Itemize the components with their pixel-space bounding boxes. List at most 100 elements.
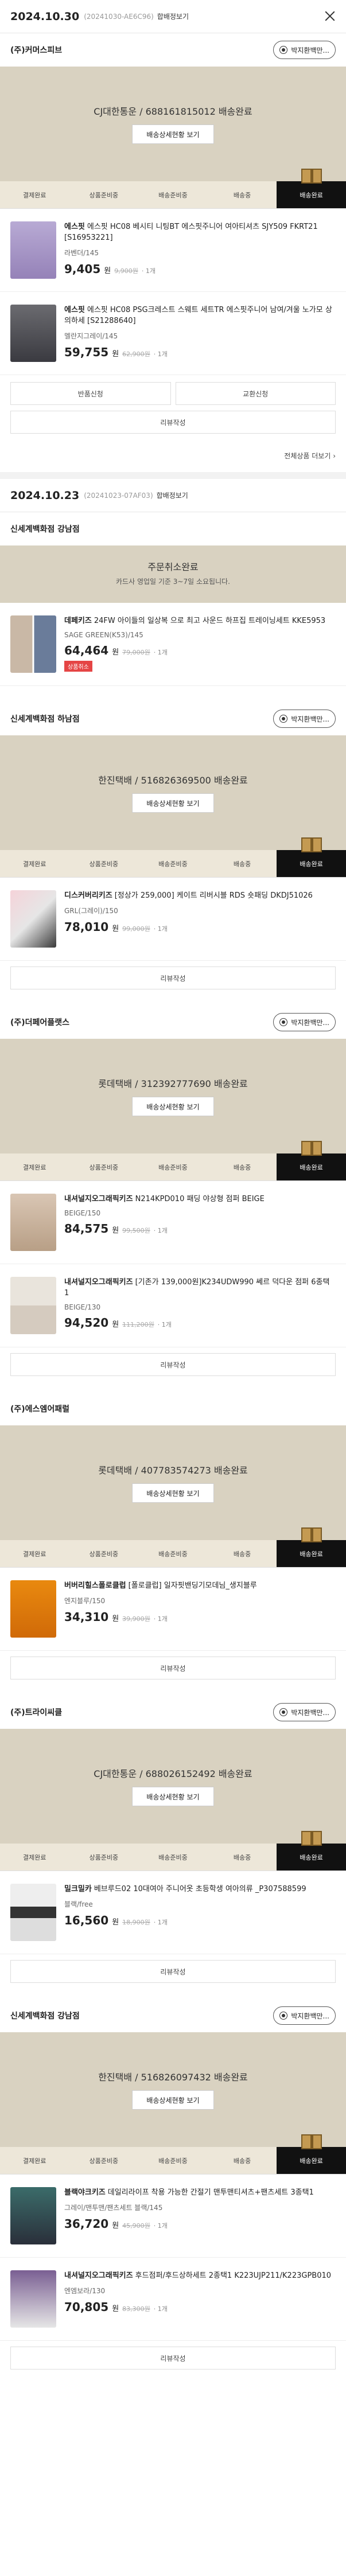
product-price-row: 70,805 원 83,300원 · 1개 xyxy=(64,2300,336,2314)
merge-info-link[interactable]: 합배정보기 xyxy=(157,490,188,500)
product-title[interactable]: 에스핏 에스핏 HC08 PSG크레스트 스웨트 세트TR 에스핏주니어 남여/겨… xyxy=(64,305,336,326)
product-item[interactable]: 버버리힐스폴로클럽 [폴로클럽] 일자핏밴딩기모데님_생지블루 엔지블루/150 34… xyxy=(0,1568,346,1651)
product-thumbnail[interactable] xyxy=(10,1194,56,1251)
price-unit: 원 xyxy=(112,925,119,933)
review-button[interactable]: 리뷰작성 xyxy=(10,2347,336,2370)
product-option: 라벤더/145 xyxy=(64,249,99,257)
product-title[interactable]: 내셔널지오그래픽키즈 N214KPD010 패딩 야상형 점퍼 BEIGE xyxy=(64,1194,336,1205)
delivery-status: 한진택배 / 516826097432 배송완료 xyxy=(98,2072,248,2083)
product-item[interactable]: 내셔널지오그래픽키즈 [기존가 139,000원]K234UDW990 쎄르 덕다… xyxy=(0,1264,346,1347)
product-brand: 에스핏 xyxy=(64,306,85,314)
seller-talk-button[interactable]: 박지환백만... xyxy=(273,41,336,59)
close-icon[interactable] xyxy=(323,9,337,23)
seller-talk-button[interactable]: 박지환백만... xyxy=(273,710,336,728)
order-date: 2024.10.23 xyxy=(10,489,80,502)
original-price: 99,000원 xyxy=(122,925,150,933)
product-name: 후드점퍼/후드상하세트 2종택1 K223UJP211/K223GPB010 xyxy=(135,2271,332,2280)
action-button[interactable]: 반품신청 xyxy=(10,382,171,405)
seller-row: 신세계백화점 강남점 박지환백만... xyxy=(0,1999,346,2032)
seller-talk-button[interactable]: 박지환백만... xyxy=(273,2006,336,2025)
product-item[interactable]: 내셔널지오그래픽키즈 N214KPD010 패딩 야상형 점퍼 BEIGE BEIG… xyxy=(0,1181,346,1264)
product-option: 그레이/맨투맨/팬츠세트 블랙/145 xyxy=(64,2204,163,2212)
product-thumbnail[interactable] xyxy=(10,1884,56,1941)
product-item[interactable]: 에스핏 에스핏 HC08 PSG크레스트 스웨트 세트TR 에스핏주니어 남여/겨… xyxy=(0,292,346,375)
product-price: 84,575 xyxy=(64,1222,109,1236)
product-title[interactable]: 밀크밀카 베브루드02 10대여아 주니어옷 초등학생 여아의류 _P307588… xyxy=(64,1884,336,1895)
product-option: BEIGE/150 xyxy=(64,1209,101,1217)
price-unit: 원 xyxy=(112,1615,119,1623)
product-thumbnail[interactable] xyxy=(10,1277,56,1334)
original-price: 9,900원 xyxy=(114,267,138,275)
seller-name: 신세계백화점 강남점 xyxy=(10,525,80,534)
review-button[interactable]: 리뷰작성 xyxy=(10,411,336,434)
track-detail-button[interactable]: 배송상세현황 보기 xyxy=(132,793,214,813)
product-thumbnail[interactable] xyxy=(10,890,56,948)
talk-label: 박지환백만... xyxy=(291,715,329,723)
product-title[interactable]: 버버리힐스폴로클럽 [폴로클럽] 일자핏밴딩기모데님_생지블루 xyxy=(64,1580,336,1591)
product-name: 베브루드02 10대여아 주니어옷 초등학생 여아의류 _P307588599 xyxy=(94,1885,306,1893)
track-detail-button[interactable]: 배송상세현황 보기 xyxy=(132,1097,214,1116)
merge-info-link[interactable]: 합배정보기 xyxy=(157,11,189,21)
product-title[interactable]: 에스핏 에스핏 HC08 베시티 니팅BT 에스핏주니어 여아티셔츠 SJY509… xyxy=(64,221,336,243)
package-gap xyxy=(0,1376,346,1392)
product-quantity: · 1개 xyxy=(157,1321,172,1328)
track-detail-button[interactable]: 배송상세현황 보기 xyxy=(132,2090,214,2110)
seller-talk-button[interactable]: 박지환백만... xyxy=(273,1013,336,1031)
step-1: 결제완료 xyxy=(23,1163,46,1171)
product-item[interactable]: 데페키즈 24FW 아이들의 일상복 으로 최고 사운드 하프집 트레이닝세트 K… xyxy=(0,603,346,686)
product-thumbnail[interactable] xyxy=(10,615,56,673)
product-item[interactable]: 디스커버리키즈 [정상가 259,000] 케이트 리버시블 RDS 숏패딩 DK… xyxy=(0,878,346,961)
package: (주)커머스피브 박지환백만... CJ대한통운 / 688161815012 배송… xyxy=(0,33,346,434)
original-price: 83,300원 xyxy=(122,2305,150,2313)
seller-row: 신세계백화점 강남점 xyxy=(0,512,346,545)
product-title[interactable]: 내셔널지오그래픽키즈 후드점퍼/후드상하세트 2종택1 K223UJP211/K2… xyxy=(64,2270,336,2281)
product-item[interactable]: 블랙야크키즈 데일리라이프 착용 가능한 간절기 맨투맨티셔츠+팬츠세트 3종택1… xyxy=(0,2174,346,2258)
product-option: SAGE GREEN(K53)/145 xyxy=(64,631,143,639)
order-number: (20241023-07AF03) xyxy=(84,491,153,500)
product-option: 엔엠보라/130 xyxy=(64,2287,106,2295)
product-info: 에스핏 에스핏 HC08 PSG크레스트 스웨트 세트TR 에스핏주니어 남여/겨… xyxy=(64,305,336,362)
seller-name: (주)에스엠어패럴 xyxy=(10,1405,69,1414)
product-price-row: 84,575 원 99,500원 · 1개 xyxy=(64,1222,336,1236)
product-item[interactable]: 밀크밀카 베브루드02 10대여아 주니어옷 초등학생 여아의류 _P307588… xyxy=(0,1871,346,1954)
product-price-row: 36,720 원 45,900원 · 1개 xyxy=(64,2217,336,2231)
product-name: 에스핏 HC08 PSG크레스트 스웨트 세트TR 에스핏주니어 남여/겨울 노… xyxy=(64,306,332,325)
track-detail-button[interactable]: 배송상세현황 보기 xyxy=(132,1483,214,1503)
product-thumbnail[interactable] xyxy=(10,2270,56,2328)
review-button[interactable]: 리뷰작성 xyxy=(10,1353,336,1376)
product-title[interactable]: 데페키즈 24FW 아이들의 일상복 으로 최고 사운드 하프집 트레이닝세트 K… xyxy=(64,615,336,626)
view-all-link[interactable]: 전체상품 더보기 › xyxy=(0,434,346,472)
track-detail-button[interactable]: 배송상세현황 보기 xyxy=(132,124,214,144)
step-2: 상품준비중 xyxy=(89,1550,119,1558)
seller-name: (주)커머스피브 xyxy=(10,46,63,55)
product-item[interactable]: 에스핏 에스핏 HC08 베시티 니팅BT 에스핏주니어 여아티셔츠 SJY509… xyxy=(0,209,346,292)
product-thumbnail[interactable] xyxy=(10,305,56,362)
original-price: 99,500원 xyxy=(122,1227,150,1234)
order-header: 2024.10.30 (20241030-AE6C96) 합배정보기 xyxy=(0,0,346,33)
product-quantity: · 1개 xyxy=(153,925,168,933)
product-title[interactable]: 디스커버리키즈 [정상가 259,000] 케이트 리버시블 RDS 숏패딩 DK… xyxy=(64,890,336,901)
product-option: 블랙/free xyxy=(64,1900,93,1908)
review-button[interactable]: 리뷰작성 xyxy=(10,1657,336,1679)
product-item[interactable]: 내셔널지오그래픽키즈 후드점퍼/후드상하세트 2종택1 K223UJP211/K2… xyxy=(0,2258,346,2341)
step-1: 결제완료 xyxy=(23,191,46,199)
product-quantity: · 1개 xyxy=(153,649,168,656)
product-price-row: 9,405 원 9,900원 · 1개 xyxy=(64,262,336,276)
product-info: 내셔널지오그래픽키즈 [기존가 139,000원]K234UDW990 쎄르 덕다… xyxy=(64,1277,336,1334)
product-info: 블랙야크키즈 데일리라이프 착용 가능한 간절기 맨투맨티셔츠+팬츠세트 3종택1… xyxy=(64,2187,336,2244)
delivery-steps: 결제완료 상품준비중 배송준비중 배송중 배송완료 xyxy=(0,1141,346,1181)
product-thumbnail[interactable] xyxy=(10,221,56,279)
product-title[interactable]: 블랙야크키즈 데일리라이프 착용 가능한 간절기 맨투맨티셔츠+팬츠세트 3종택1 xyxy=(64,2187,336,2198)
step-2: 상품준비중 xyxy=(89,1853,119,1861)
action-button[interactable]: 교환신청 xyxy=(175,382,336,405)
review-button[interactable]: 리뷰작성 xyxy=(10,1960,336,1983)
track-detail-button[interactable]: 배송상세현황 보기 xyxy=(132,1787,214,1806)
review-button[interactable]: 리뷰작성 xyxy=(10,967,336,989)
seller-row: (주)트라이씨클 박지환백만... xyxy=(0,1696,346,1729)
seller-talk-button[interactable]: 박지환백만... xyxy=(273,1703,336,1721)
product-title[interactable]: 내셔널지오그래픽키즈 [기존가 139,000원]K234UDW990 쎄르 덕다… xyxy=(64,1277,336,1299)
product-brand: 내셔널지오그래픽키즈 xyxy=(64,2271,133,2280)
product-thumbnail[interactable] xyxy=(10,2187,56,2244)
product-thumbnail[interactable] xyxy=(10,1580,56,1638)
delivery-banner: 한진택배 / 516826369500 배송완료 배송상세현황 보기 xyxy=(0,735,346,850)
